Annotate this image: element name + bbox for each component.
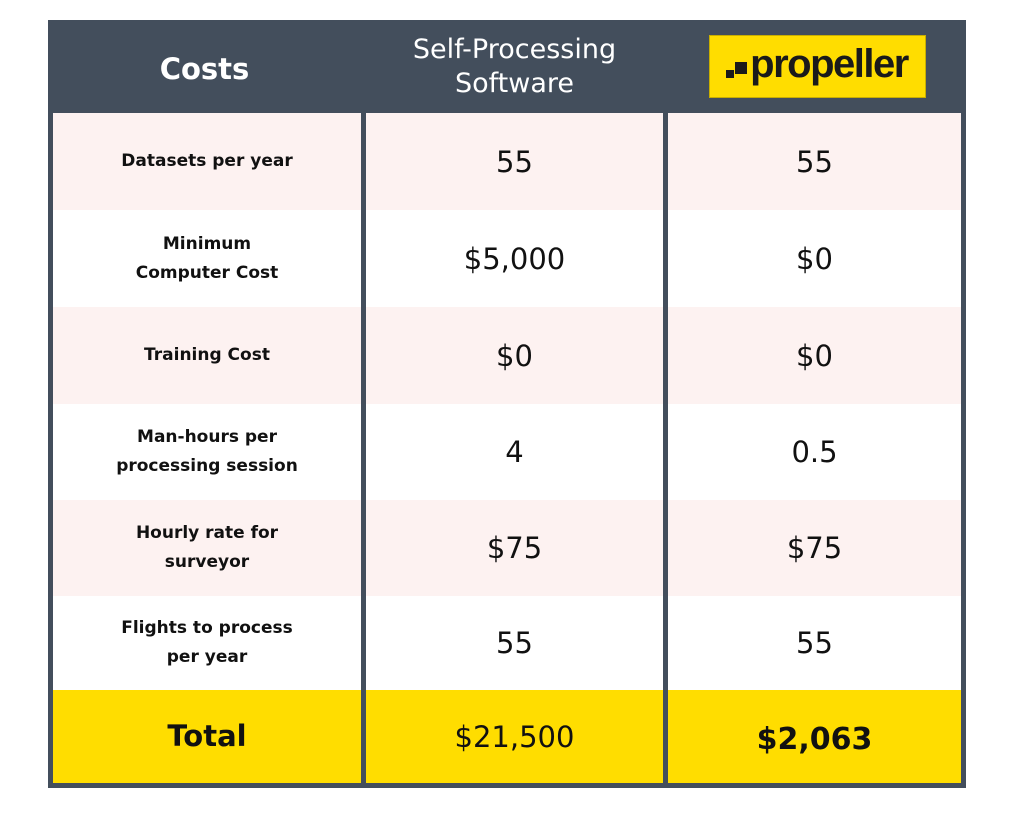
table-row: Datasets per year 55 55 [48, 113, 966, 210]
cost-comparison-table: Costs Self-Processing Software propeller… [48, 20, 966, 788]
table-row: Hourly rate for surveyor $75 $75 [48, 500, 966, 596]
header-self-processing-line1: Self-Processing [412, 33, 617, 65]
total-propeller-value: $2,063 [668, 690, 961, 783]
table-row: Flights to process per year 55 55 [48, 596, 966, 690]
total-label: Total [53, 690, 361, 783]
row-label: Minimum Computer Cost [53, 210, 361, 307]
table-row: Man-hours per processing session 4 0.5 [48, 404, 966, 500]
propeller-value: 55 [668, 596, 961, 690]
self-processing-value: $75 [366, 500, 663, 596]
total-self-processing-value: $21,500 [366, 690, 663, 783]
self-processing-value: 55 [366, 596, 663, 690]
header-costs: Costs [159, 51, 250, 86]
header-self-processing: Self-Processing Software [366, 20, 663, 113]
propeller-value: $75 [668, 500, 961, 596]
table-row: Minimum Computer Cost $5,000 $0 [48, 210, 966, 307]
table-header: Costs Self-Processing Software propeller [48, 20, 966, 113]
table-body: Datasets per year 55 55 Minimum Computer … [48, 113, 966, 783]
self-processing-value: $0 [366, 307, 663, 404]
header-propeller: propeller [668, 20, 966, 113]
row-label: Flights to process per year [53, 596, 361, 690]
row-label: Training Cost [53, 307, 361, 404]
propeller-value: 55 [668, 113, 961, 210]
self-processing-value: $5,000 [366, 210, 663, 307]
row-label: Man-hours per processing session [53, 404, 361, 500]
propeller-value: $0 [668, 210, 961, 307]
self-processing-value: 55 [366, 113, 663, 210]
row-label: Hourly rate for surveyor [53, 500, 361, 596]
propeller-logo-text: propeller [750, 41, 909, 86]
self-processing-value: 4 [366, 404, 663, 500]
propeller-value: $0 [668, 307, 961, 404]
propeller-value: 0.5 [668, 404, 961, 500]
propeller-logo-mark-icon [726, 59, 748, 81]
total-row: Total $21,500 $2,063 [48, 690, 966, 783]
row-label: Datasets per year [53, 113, 361, 210]
header-self-processing-line2: Software [454, 67, 574, 99]
table-row: Training Cost $0 $0 [48, 307, 966, 404]
propeller-logo: propeller [708, 35, 926, 98]
